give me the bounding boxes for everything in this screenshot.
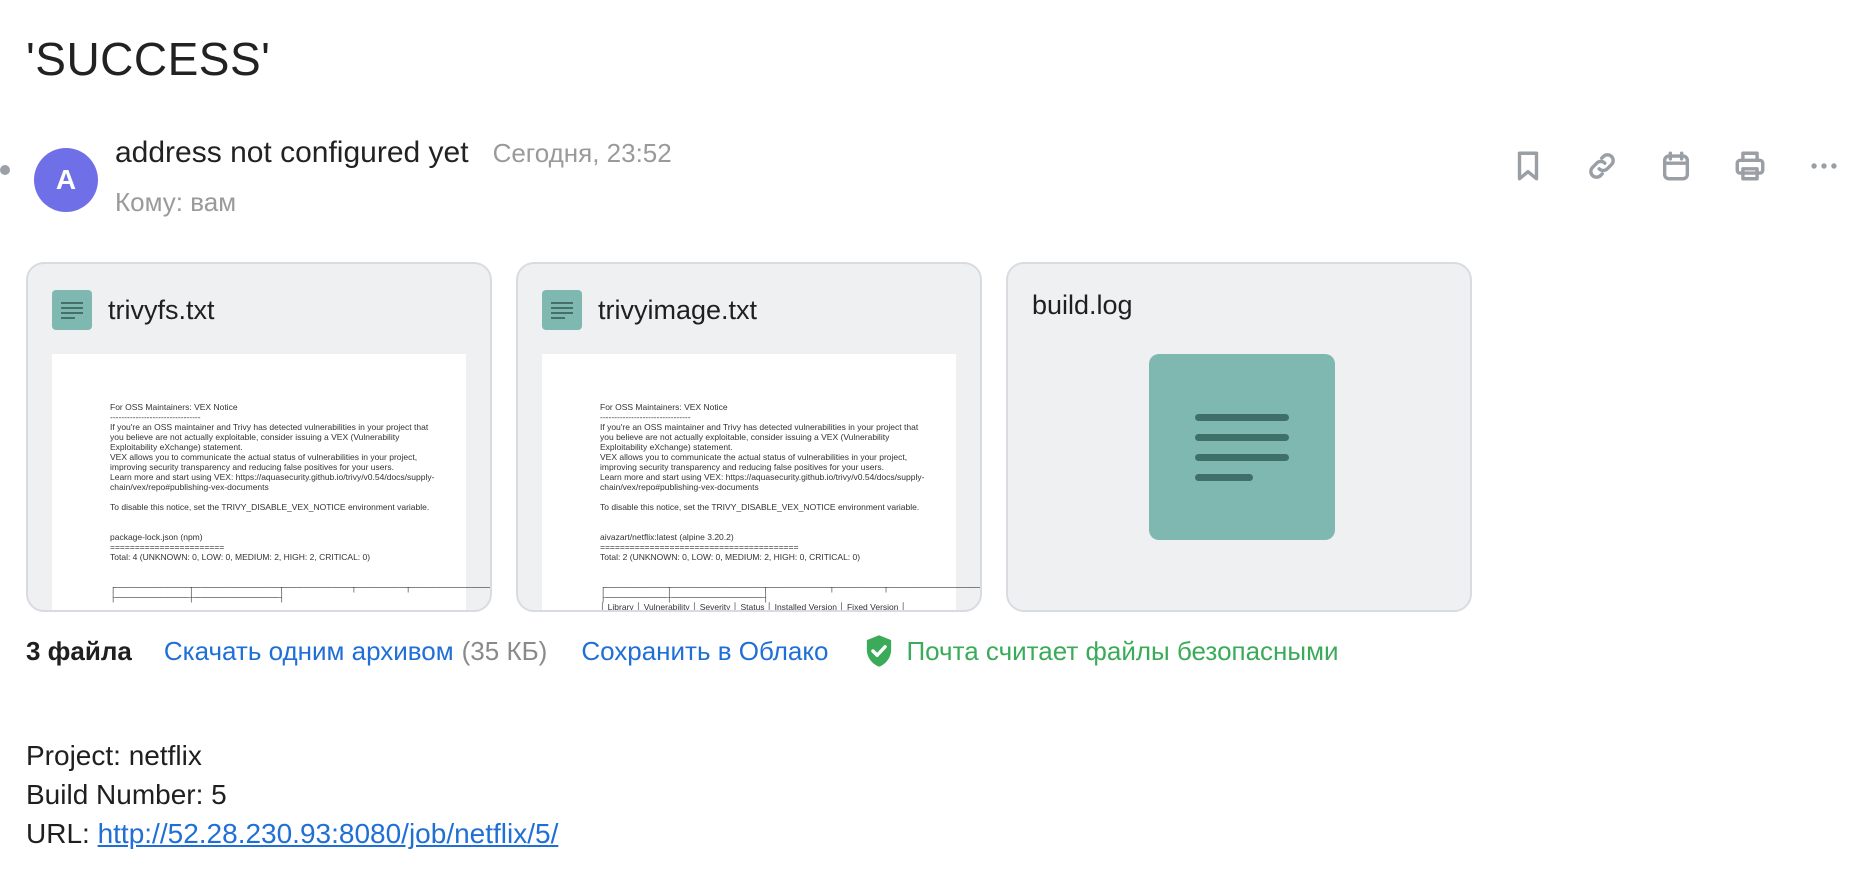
attachment-card[interactable]: build.log xyxy=(1006,262,1472,612)
calendar-icon xyxy=(1662,151,1690,181)
attachments-footer: 3 файла Скачать одним архивом (35 КБ) Со… xyxy=(26,634,1339,668)
preview-text: For OSS Maintainers: VEX Notice --------… xyxy=(110,402,490,602)
attachment-header: trivyimage.txt xyxy=(542,290,757,330)
mail-subject: 'SUCCESS' xyxy=(26,33,271,85)
document-icon xyxy=(1149,354,1335,540)
build-number-line: Build Number: 5 xyxy=(26,779,227,810)
url-label: URL: xyxy=(26,818,98,849)
preview-text: For OSS Maintainers: VEX Notice --------… xyxy=(600,402,980,612)
attachment-preview: For OSS Maintainers: VEX Notice --------… xyxy=(52,354,490,610)
attachment-name: build.log xyxy=(1032,290,1133,320)
copy-link-button[interactable] xyxy=(1584,148,1620,184)
recipient-line[interactable]: Кому: вам xyxy=(115,187,236,218)
bookmark-button[interactable] xyxy=(1510,148,1546,184)
archive-size: (35 КБ) xyxy=(461,635,548,666)
download-archive-link[interactable]: Скачать одним архивом xyxy=(164,636,454,667)
attachment-preview: For OSS Maintainers: VEX Notice --------… xyxy=(542,354,980,610)
unread-indicator[interactable] xyxy=(0,165,10,175)
more-icon xyxy=(1811,163,1837,169)
safety-text: Почта считает файлы безопасными xyxy=(906,635,1339,666)
calendar-button[interactable] xyxy=(1658,148,1694,184)
attachment-header: build.log xyxy=(1032,290,1133,321)
safety-status: Почта считает файлы безопасными xyxy=(864,634,1339,668)
print-button[interactable] xyxy=(1732,148,1768,184)
more-button[interactable] xyxy=(1806,148,1842,184)
avatar[interactable]: A xyxy=(34,148,98,212)
text-file-icon xyxy=(52,290,92,330)
sender-name[interactable]: address not configured yet xyxy=(115,136,469,170)
link-icon xyxy=(1589,153,1615,179)
attachment-header: trivyfs.txt xyxy=(52,290,215,330)
save-to-cloud-link[interactable]: Сохранить в Облако xyxy=(581,636,828,667)
build-url-link[interactable]: http://52.28.230.93:8080/job/netflix/5/ xyxy=(98,818,559,849)
shield-check-icon xyxy=(864,634,894,668)
sent-date: Сегодня, 23:52 xyxy=(492,138,672,168)
attachment-name: trivyfs.txt xyxy=(108,294,215,325)
attachment-name: trivyimage.txt xyxy=(598,294,758,325)
mail-view: 'SUCCESS' A address not configured yet С… xyxy=(0,0,1852,874)
sender-line: address not configured yet Сегодня, 23:5… xyxy=(115,136,672,170)
attachment-card[interactable]: trivyfs.txt For OSS Maintainers: VEX Not… xyxy=(26,262,492,612)
project-line: Project: netflix xyxy=(26,740,202,771)
print-icon xyxy=(1735,151,1765,181)
mail-body: Project: netflix Build Number: 5 URL: ht… xyxy=(26,736,558,853)
attachment-card[interactable]: trivyimage.txt For OSS Maintainers: VEX … xyxy=(516,262,982,612)
text-file-icon xyxy=(542,290,582,330)
attachments-list: trivyfs.txt For OSS Maintainers: VEX Not… xyxy=(26,262,1472,612)
mail-actions-toolbar xyxy=(1510,148,1842,184)
url-line: URL: http://52.28.230.93:8080/job/netfli… xyxy=(26,814,558,853)
file-count: 3 файла xyxy=(26,635,132,666)
bookmark-icon xyxy=(1517,151,1539,181)
